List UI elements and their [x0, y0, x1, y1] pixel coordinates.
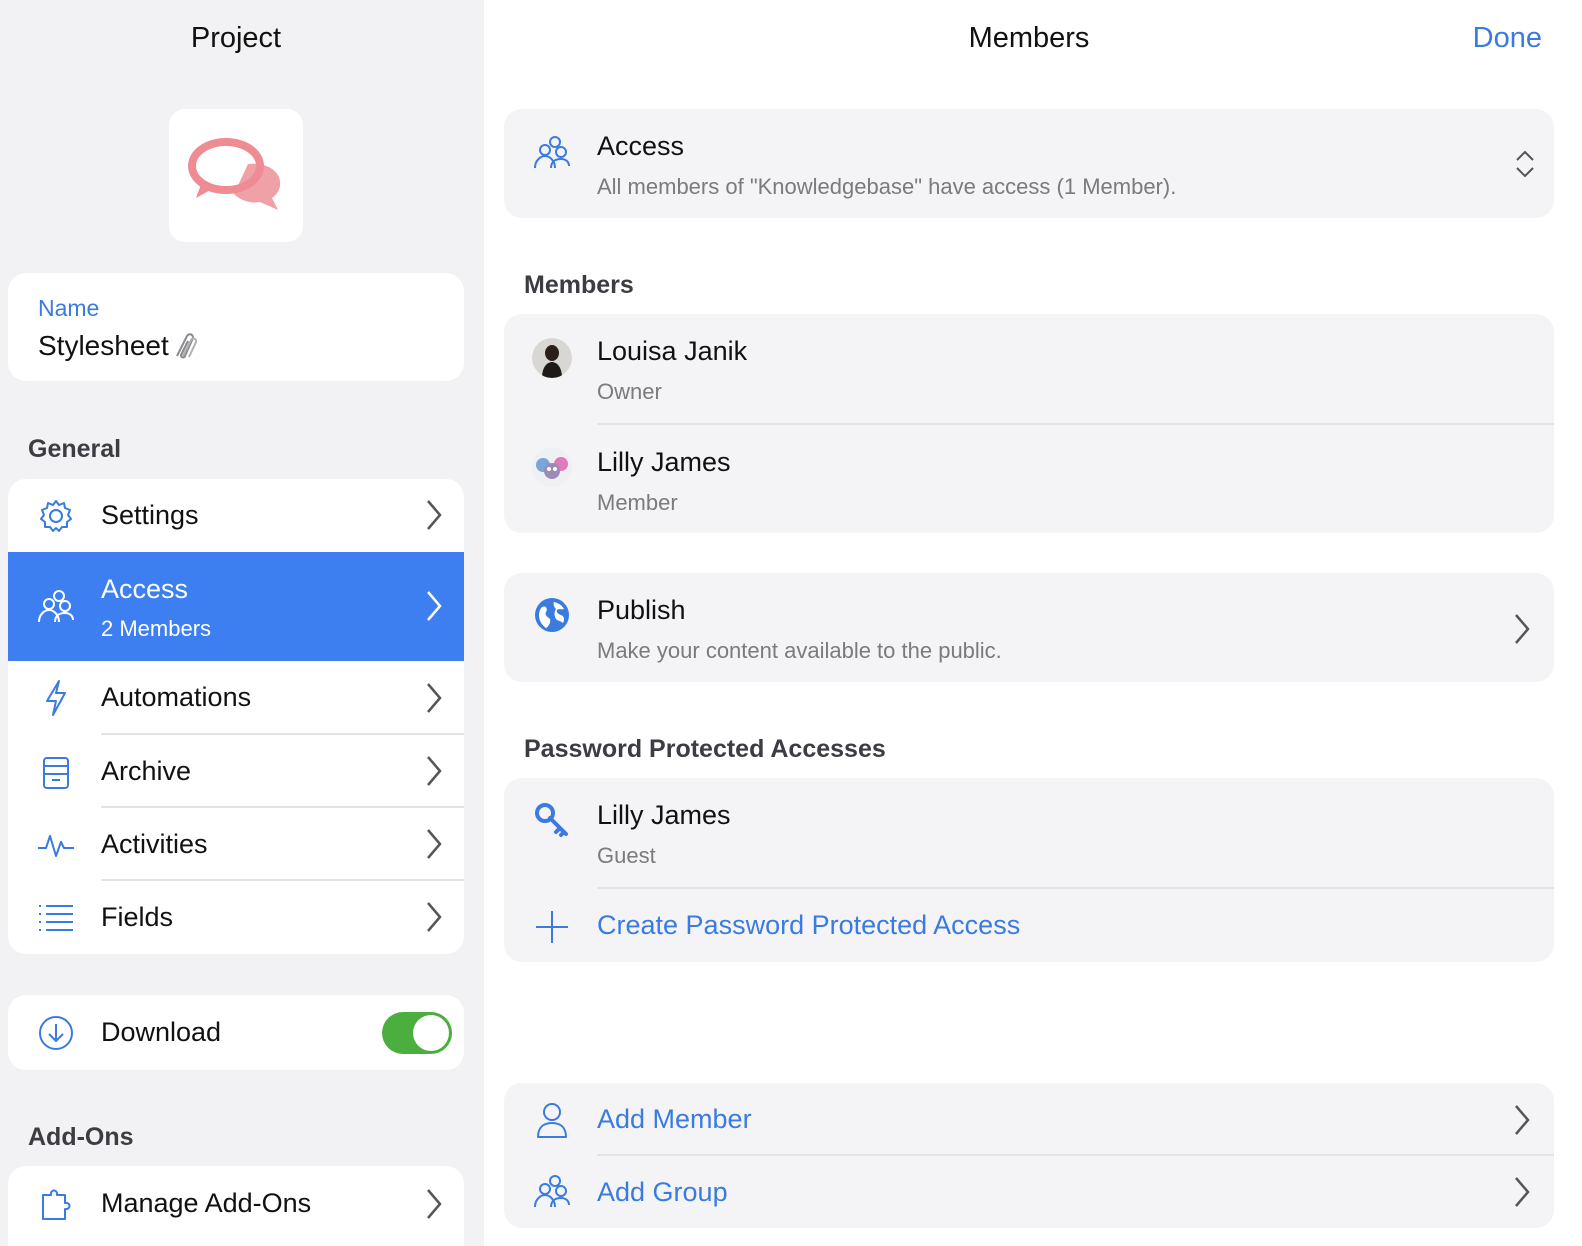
sidebar-item-label: Activities	[101, 829, 208, 859]
members-header: Members	[524, 271, 634, 299]
puzzle-icon	[36, 1184, 76, 1224]
name-value: Stylesheet	[38, 330, 169, 361]
download-icon	[36, 1013, 76, 1053]
chevron-right-icon	[1515, 1105, 1530, 1135]
download-row: Download	[8, 995, 464, 1070]
sidebar-item-access[interactable]: Access 2 Members	[8, 552, 464, 661]
key-icon	[532, 800, 572, 840]
project-sidebar: Project Name Stylesheet General Settings	[0, 0, 484, 1246]
download-toggle[interactable]	[382, 1012, 452, 1054]
add-group-button[interactable]: Add Group	[504, 1156, 1554, 1228]
sidebar-item-sublabel: 2 Members	[101, 616, 212, 641]
archive-icon	[36, 752, 76, 792]
sidebar-item-label: Automations	[101, 682, 252, 712]
project-icon[interactable]	[169, 109, 303, 242]
sidebar-item-activities[interactable]: Activities	[8, 808, 464, 881]
sidebar-title: Project	[190, 22, 282, 54]
chevron-right-icon	[427, 829, 442, 859]
members-list: Louisa Janik Owner Lilly James Member	[504, 314, 1554, 533]
password-access-row[interactable]: Lilly James Guest	[504, 778, 1554, 889]
add-member-button[interactable]: Add Member	[504, 1083, 1554, 1156]
chevron-right-icon	[427, 902, 442, 932]
access-title: Access	[597, 131, 685, 161]
password-accesses-list: Lilly James Guest Create Password Protec…	[504, 778, 1554, 962]
chat-bubbles-icon	[188, 137, 281, 210]
group-icon	[36, 587, 76, 627]
create-password-access-button[interactable]: Create Password Protected Access	[504, 889, 1554, 962]
avatar	[532, 447, 572, 487]
sidebar-item-automations[interactable]: Automations	[8, 661, 464, 735]
member-row[interactable]: Lilly James Member	[504, 425, 1554, 533]
chevron-right-icon	[427, 683, 442, 713]
chevron-up-down-icon	[1516, 150, 1534, 178]
chevron-right-icon	[427, 756, 442, 786]
page-title: Members	[968, 22, 1090, 54]
member-name: Louisa Janik	[597, 336, 748, 366]
member-row[interactable]: Louisa Janik Owner	[504, 314, 1554, 425]
name-label: Name	[38, 295, 100, 321]
password-access-name: Lilly James	[597, 800, 731, 830]
group-icon	[532, 133, 572, 173]
addons-header: Add-Ons	[28, 1123, 134, 1151]
add-group-label: Add Group	[597, 1177, 728, 1207]
member-role: Owner	[597, 379, 662, 404]
add-member-label: Add Member	[597, 1104, 752, 1134]
gear-icon	[36, 496, 76, 536]
members-panel: Members Done Access All members of "Know…	[484, 0, 1582, 1246]
chevron-right-icon	[1515, 1177, 1530, 1207]
sidebar-item-archive[interactable]: Archive	[8, 735, 464, 808]
done-button[interactable]: Done	[1473, 22, 1542, 55]
access-card[interactable]: Access All members of "Knowledgebase" ha…	[504, 109, 1554, 218]
plus-icon	[532, 907, 572, 947]
publish-card[interactable]: Publish Make your content available to t…	[504, 573, 1554, 682]
publish-title: Publish	[597, 595, 686, 625]
create-password-access-label: Create Password Protected Access	[597, 910, 1021, 940]
access-row[interactable]: Access All members of "Knowledgebase" ha…	[504, 109, 1554, 218]
chevron-right-icon	[427, 591, 442, 621]
sidebar-item-settings[interactable]: Settings	[8, 479, 464, 552]
sidebar-item-label: Fields	[101, 902, 174, 932]
toggle-knob	[413, 1015, 449, 1051]
sidebar-item-fields[interactable]: Fields	[8, 881, 464, 954]
add-actions-list: Add Member Add Group	[504, 1083, 1554, 1228]
password-accesses-header: Password Protected Accesses	[524, 735, 886, 763]
chevron-right-icon	[1515, 614, 1530, 644]
sidebar-item-label: Settings	[101, 500, 199, 530]
publish-row[interactable]: Publish Make your content available to t…	[504, 573, 1554, 682]
publish-description: Make your content available to the publi…	[597, 638, 1002, 663]
person-icon	[532, 1100, 572, 1140]
member-role: Member	[597, 490, 678, 515]
member-name: Lilly James	[597, 447, 731, 477]
avatar	[532, 338, 572, 378]
sidebar-item-manage-addons[interactable]: Manage Add-Ons	[8, 1166, 464, 1241]
name-field[interactable]: Stylesheet	[38, 330, 199, 362]
chevron-right-icon	[427, 1189, 442, 1219]
chevron-right-icon	[427, 500, 442, 530]
sidebar-item-label: Archive	[101, 756, 192, 786]
bolt-icon	[36, 678, 76, 718]
addons-list: Manage Add-Ons	[8, 1166, 464, 1246]
password-access-role: Guest	[597, 843, 656, 868]
group-icon	[532, 1172, 572, 1212]
activity-icon	[36, 825, 76, 865]
paperclip-icon	[175, 333, 197, 359]
general-list: Settings Access 2 Members Automations Ar…	[8, 479, 464, 954]
list-icon	[36, 898, 76, 938]
globe-icon	[532, 595, 572, 635]
general-header: General	[28, 435, 122, 463]
sidebar-item-label: Access	[101, 574, 189, 604]
name-card[interactable]: Name Stylesheet	[8, 273, 464, 381]
download-card: Download	[8, 995, 464, 1070]
download-label: Download	[101, 1017, 222, 1047]
sidebar-item-label: Manage Add-Ons	[101, 1188, 312, 1218]
access-description: All members of "Knowledgebase" have acce…	[597, 174, 1177, 199]
